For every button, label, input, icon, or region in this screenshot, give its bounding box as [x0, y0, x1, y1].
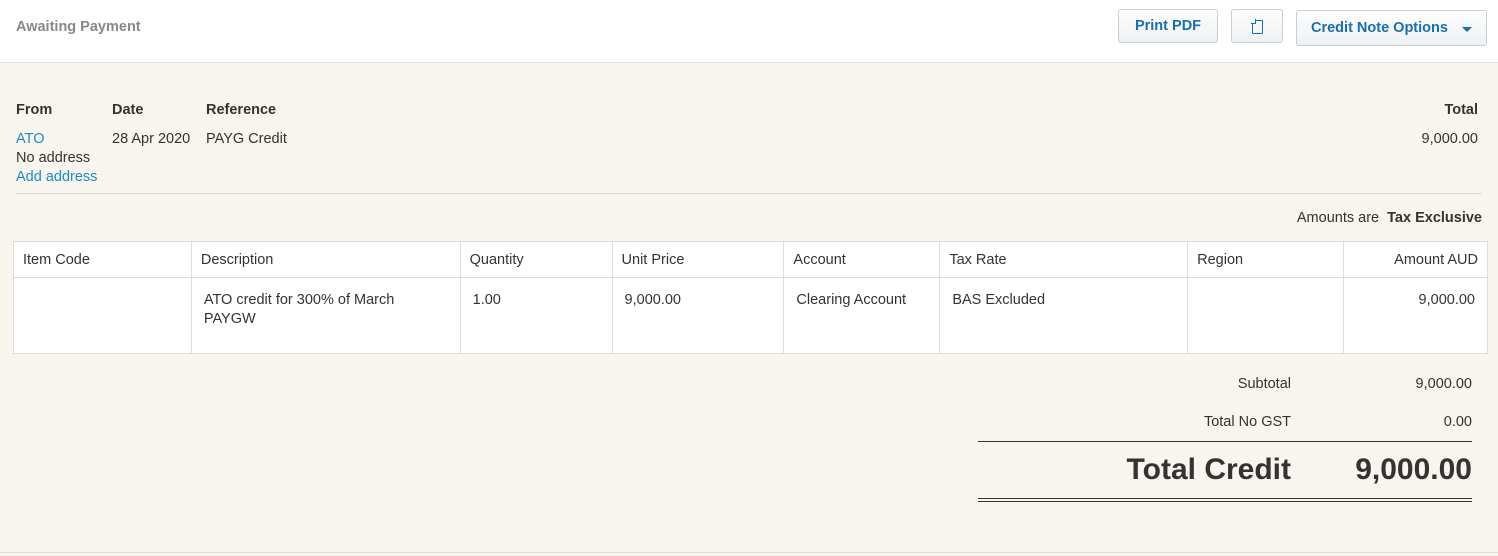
cell-account: Clearing Account	[783, 277, 941, 354]
tax-label: Total No GST	[1203, 414, 1291, 430]
line-items-table: Item Code Description Quantity Unit Pric…	[13, 241, 1488, 354]
column-header-account: Account	[783, 241, 941, 278]
credit-note-options-button[interactable]: Credit Note Options	[1296, 10, 1487, 46]
print-pdf-button[interactable]: Print PDF	[1118, 9, 1218, 43]
table-header-row: Item Code Description Quantity Unit Pric…	[13, 241, 1488, 278]
date-heading: Date	[112, 102, 144, 118]
table-row: ATO credit for 300% of March PAYGW 1.00 …	[13, 277, 1488, 354]
cell-quantity: 1.00	[459, 277, 613, 354]
amounts-tax-mode: Amounts are Tax Exclusive	[1297, 210, 1482, 226]
status-label: Awaiting Payment	[16, 19, 141, 35]
subtotal-value: 9,000.00	[1415, 376, 1472, 392]
total-double-rule-top	[978, 498, 1472, 499]
column-header-region: Region	[1187, 241, 1345, 278]
cell-amount: 9,000.00	[1343, 277, 1488, 354]
header-divider	[16, 193, 1482, 194]
column-header-unit-price: Unit Price	[611, 241, 785, 278]
chevron-down-icon	[1462, 26, 1472, 32]
cell-tax-rate: BAS Excluded	[939, 277, 1189, 354]
copy-button[interactable]	[1231, 9, 1283, 43]
date-value: 28 Apr 2020	[112, 131, 191, 147]
total-credit-value: 9,000.00	[1355, 453, 1472, 486]
contact-link[interactable]: ATO	[16, 131, 44, 147]
footer-divider	[0, 552, 1498, 553]
amounts-mode: Tax Exclusive	[1387, 210, 1482, 226]
tax-value: 0.00	[1443, 414, 1472, 430]
from-heading: From	[16, 102, 53, 118]
column-header-amount: Amount AUD	[1343, 241, 1488, 278]
column-header-quantity: Quantity	[459, 241, 613, 278]
cell-item-code	[13, 277, 192, 354]
column-header-item-code: Item Code	[13, 241, 192, 278]
subtotal-label: Subtotal	[1237, 376, 1291, 392]
reference-heading: Reference	[206, 102, 277, 118]
amounts-prefix: Amounts are	[1296, 210, 1380, 226]
totals-rule	[978, 441, 1472, 442]
total-double-rule-bottom	[978, 501, 1472, 502]
column-header-description: Description	[190, 241, 461, 278]
column-header-tax-rate: Tax Rate	[939, 241, 1189, 278]
total-credit-label: Total Credit	[1126, 453, 1291, 486]
total-value: 9,000.00	[1421, 131, 1478, 147]
total-heading: Total	[1444, 102, 1478, 118]
cell-description: ATO credit for 300% of March PAYGW	[190, 277, 461, 354]
reference-value: PAYG Credit	[206, 131, 287, 147]
credit-note-options-label: Credit Note Options	[1311, 20, 1448, 36]
cell-unit-price: 9,000.00	[611, 277, 785, 354]
copy-icon	[1251, 18, 1263, 34]
no-address-text: No address	[16, 150, 91, 166]
top-bar: Awaiting Payment Print PDF Credit Note O…	[0, 0, 1498, 63]
add-address-link[interactable]: Add address	[16, 169, 97, 185]
cell-region	[1187, 277, 1345, 354]
